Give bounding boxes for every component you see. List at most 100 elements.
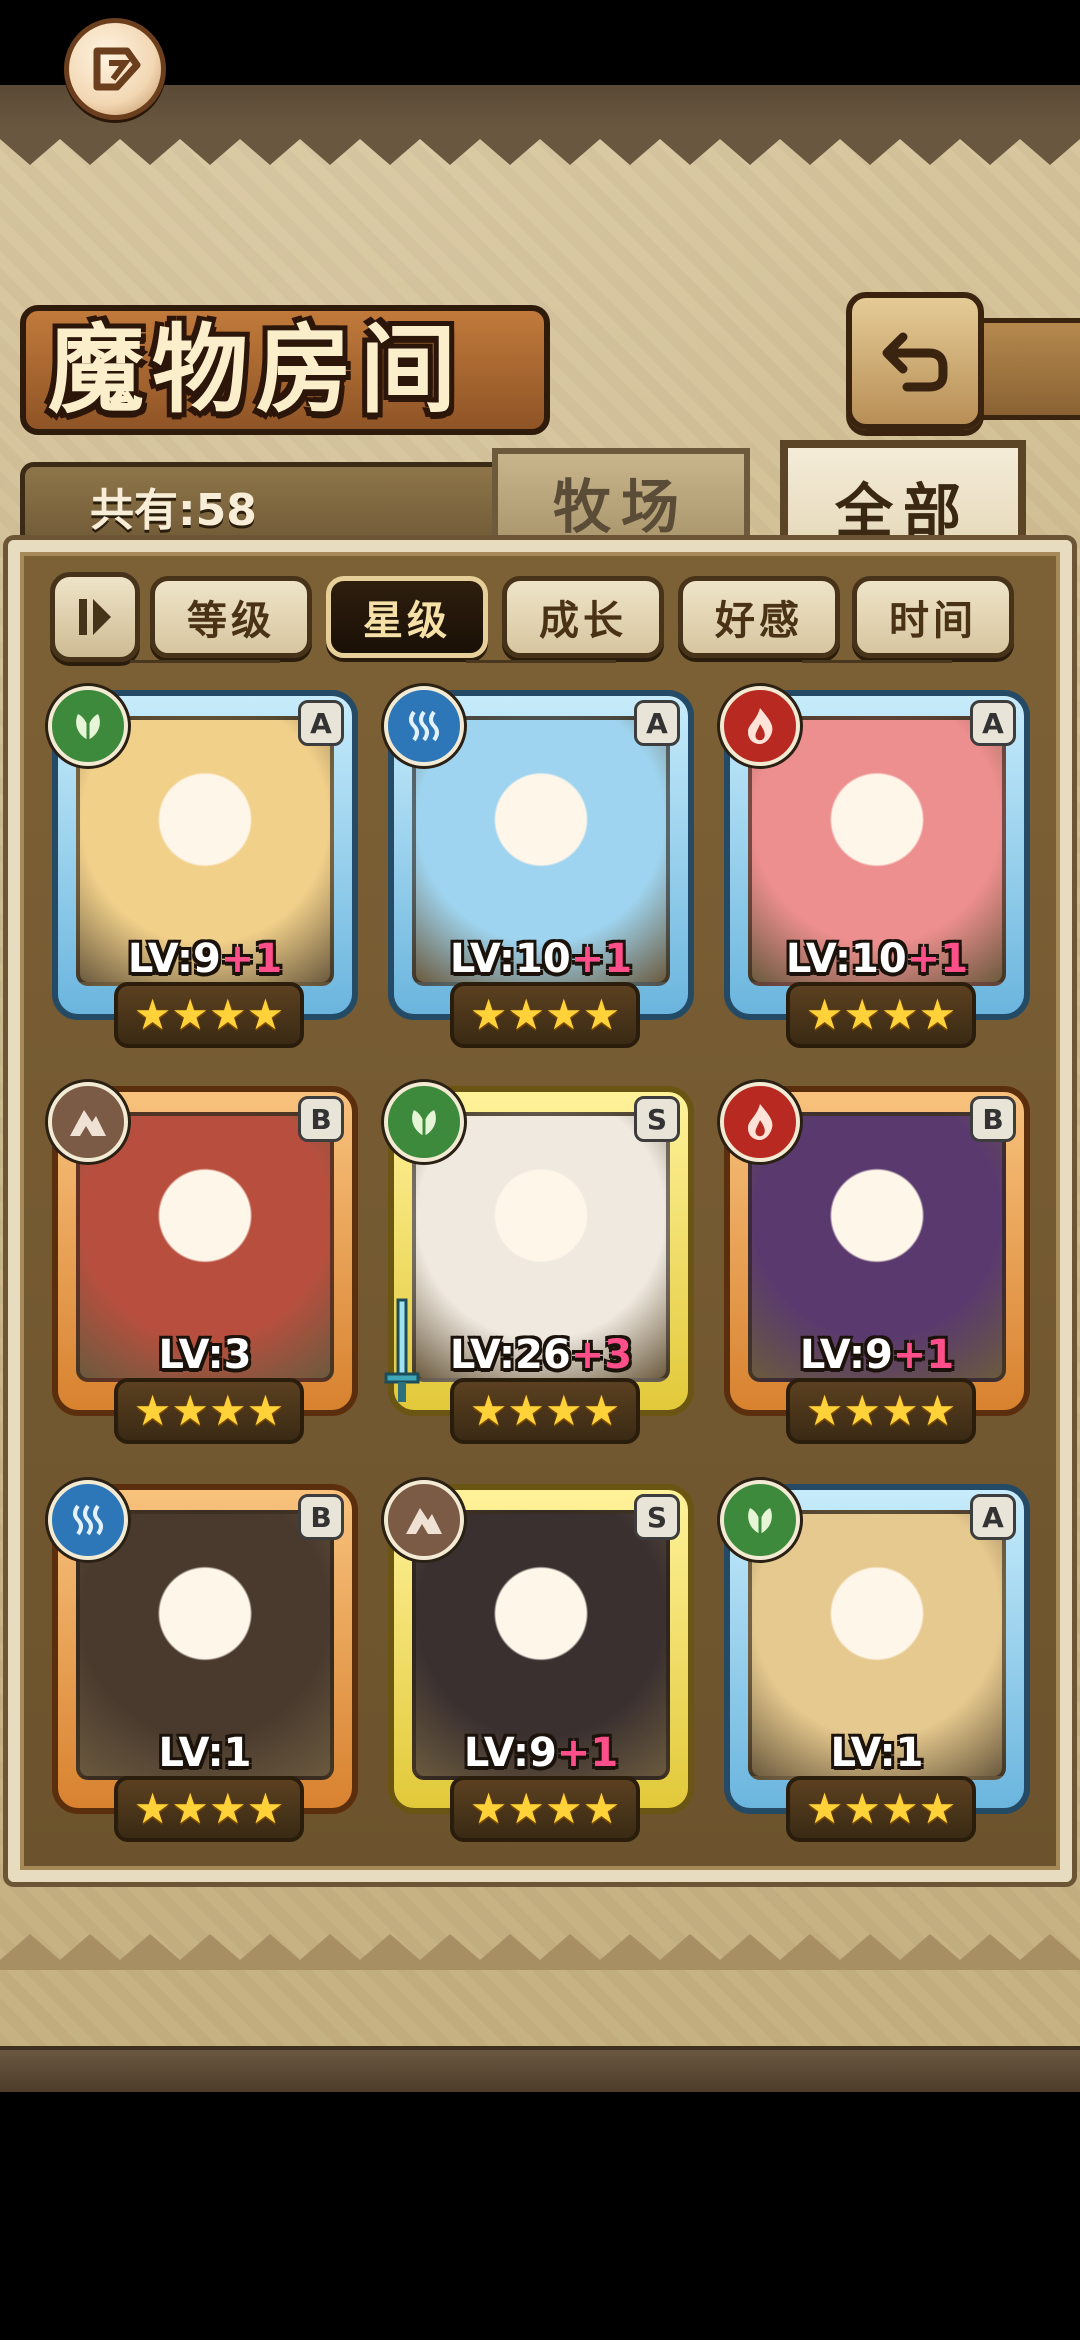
star-icon: ★ (545, 1784, 583, 1833)
sort-by-star-button[interactable]: 星级 (326, 576, 488, 658)
earth-element-icon (406, 1508, 442, 1534)
level-bonus: +1 (570, 936, 633, 982)
sort-divider (130, 660, 280, 663)
star-rating: ★ ★ ★ ★ (450, 982, 640, 1048)
star-icon: ★ (133, 1784, 172, 1833)
level-text: LV:1 (830, 1730, 924, 1776)
star-icon: ★ (171, 1386, 209, 1435)
monster-level: LV:9+1 (724, 1332, 1030, 1378)
star-icon: ★ (843, 1386, 881, 1435)
rank-badge: A (970, 700, 1016, 746)
fire-element-badge (720, 1082, 800, 1162)
star-rating: ★ ★ ★ ★ (786, 1776, 976, 1842)
level-bonus: +1 (906, 936, 969, 982)
star-icon: ★ (209, 1784, 247, 1833)
star-icon: ★ (582, 990, 621, 1039)
star-icon: ★ (582, 1386, 621, 1435)
level-text: LV:9 (463, 1730, 557, 1776)
star-icon: ★ (171, 990, 209, 1039)
sort-by-level-button[interactable]: 等级 (150, 576, 312, 658)
rank-badge: A (298, 700, 344, 746)
tab-ranch[interactable]: 牧场 (492, 448, 750, 550)
monster-card[interactable]: B LV:1 ★ ★ ★ ★ (48, 1480, 358, 1848)
fire-element-icon (748, 708, 773, 744)
sort-by-growth-button[interactable]: 成长 (502, 576, 664, 658)
star-icon: ★ (469, 1784, 508, 1833)
monster-card[interactable]: A LV:10+1 ★ ★ ★ ★ (720, 686, 1030, 1054)
star-icon: ★ (881, 1386, 919, 1435)
monster-level: LV:10+1 (724, 936, 1030, 982)
level-bonus: +3 (570, 1332, 633, 1378)
level-text: LV:10 (785, 936, 907, 982)
monster-card[interactable]: B LV:9+1 ★ ★ ★ ★ (720, 1082, 1030, 1450)
sort-by-affection-button[interactable]: 好感 (678, 576, 840, 658)
star-icon: ★ (209, 990, 247, 1039)
sort-order-toggle[interactable] (50, 572, 140, 662)
star-icon: ★ (843, 1784, 881, 1833)
star-rating: ★ ★ ★ ★ (786, 982, 976, 1048)
water-element-icon (73, 1504, 103, 1536)
fire-element-icon (748, 1104, 773, 1140)
star-rating: ★ ★ ★ ★ (450, 1378, 640, 1444)
sort-by-time-button[interactable]: 时间 (852, 576, 1014, 658)
monster-level: LV:10+1 (388, 936, 694, 982)
star-icon: ★ (545, 1386, 583, 1435)
star-icon: ★ (805, 1784, 844, 1833)
monster-level: LV:9+1 (52, 936, 358, 982)
rank-badge: A (634, 700, 680, 746)
corner-menu-button[interactable] (64, 18, 166, 120)
monster-card[interactable]: A LV:9+1 ★ ★ ★ ★ (48, 686, 358, 1054)
plant-element-icon (76, 714, 100, 740)
return-arrow-icon (882, 332, 948, 392)
plant-element-badge (720, 1480, 800, 1560)
rank-badge: B (298, 1494, 344, 1540)
star-icon: ★ (469, 990, 508, 1039)
star-icon: ★ (545, 990, 583, 1039)
monster-level: LV:9+1 (388, 1730, 694, 1776)
monster-level: LV:1 (724, 1730, 1030, 1776)
star-rating: ★ ★ ★ ★ (114, 982, 304, 1048)
star-rating: ★ ★ ★ ★ (786, 1378, 976, 1444)
monster-card[interactable]: B LV:3 ★ ★ ★ ★ (48, 1082, 358, 1450)
level-bonus: +1 (892, 1332, 955, 1378)
star-rating: ★ ★ ★ ★ (114, 1378, 304, 1444)
star-icon: ★ (805, 990, 844, 1039)
sort-divider (466, 660, 616, 663)
earth-element-badge (384, 1480, 464, 1560)
plant-element-badge (48, 686, 128, 766)
star-icon: ★ (843, 990, 881, 1039)
rank-badge: A (970, 1494, 1016, 1540)
sort-order-icon (79, 599, 111, 635)
star-rating: ★ ★ ★ ★ (450, 1776, 640, 1842)
level-text: LV:10 (449, 936, 571, 982)
rank-badge: B (970, 1096, 1016, 1142)
water-element-icon (409, 710, 439, 742)
top-zigzag-border (0, 129, 1080, 165)
sort-divider (802, 660, 952, 663)
level-bonus: +1 (556, 1730, 619, 1776)
water-element-badge (384, 686, 464, 766)
star-icon: ★ (469, 1386, 508, 1435)
plant-element-icon (748, 1508, 772, 1534)
page-title: 魔物房间 (48, 313, 464, 426)
level-text: LV:9 (127, 936, 221, 982)
star-icon: ★ (918, 1386, 957, 1435)
star-icon: ★ (805, 1386, 844, 1435)
level-text: LV:1 (158, 1730, 252, 1776)
star-icon: ★ (246, 990, 285, 1039)
star-icon: ★ (246, 1386, 285, 1435)
star-icon: ★ (918, 990, 957, 1039)
back-button[interactable] (846, 292, 984, 430)
monster-card[interactable]: S LV:26+3 ★ ★ ★ ★ (384, 1082, 694, 1450)
back-button-tail (970, 318, 1080, 420)
bottom-border-band (0, 2046, 1080, 2092)
arrow-logo-icon (93, 47, 141, 91)
level-bonus: +1 (220, 936, 283, 982)
star-icon: ★ (507, 1386, 545, 1435)
star-icon: ★ (133, 990, 172, 1039)
monster-card[interactable]: S LV:9+1 ★ ★ ★ ★ (384, 1480, 694, 1848)
rank-badge: B (298, 1096, 344, 1142)
monster-card[interactable]: A LV:1 ★ ★ ★ ★ (720, 1480, 1030, 1848)
star-icon: ★ (881, 1784, 919, 1833)
monster-card[interactable]: A LV:10+1 ★ ★ ★ ★ (384, 686, 694, 1054)
